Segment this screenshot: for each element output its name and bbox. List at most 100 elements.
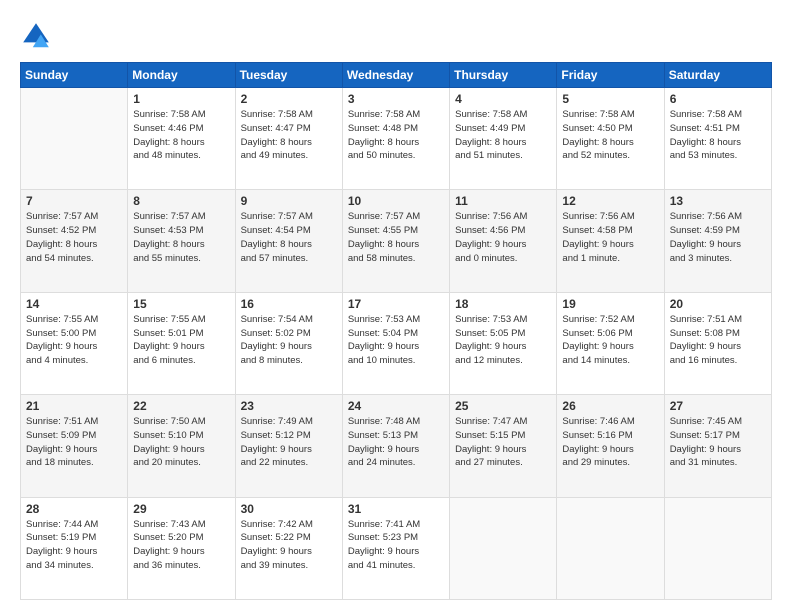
- day-info: Sunrise: 7:48 AMSunset: 5:13 PMDaylight:…: [348, 415, 444, 470]
- calendar-cell: 4 Sunrise: 7:58 AMSunset: 4:49 PMDaylight…: [450, 88, 557, 190]
- day-info: Sunrise: 7:42 AMSunset: 5:22 PMDaylight:…: [241, 518, 337, 573]
- day-number: 11: [455, 194, 551, 208]
- day-number: 1: [133, 92, 229, 106]
- day-info: Sunrise: 7:44 AMSunset: 5:19 PMDaylight:…: [26, 518, 122, 573]
- day-number: 12: [562, 194, 658, 208]
- weekday-header-tuesday: Tuesday: [235, 63, 342, 88]
- calendar-week-row: 14Sunrise: 7:55 AMSunset: 5:00 PMDayligh…: [21, 292, 772, 394]
- calendar-cell: 30 Sunrise: 7:42 AMSunset: 5:22 PMDayligh…: [235, 497, 342, 599]
- day-number: 7: [26, 194, 122, 208]
- calendar-cell: 22 Sunrise: 7:50 AMSunset: 5:10 PMDayligh…: [128, 395, 235, 497]
- day-info: Sunrise: 7:58 AMSunset: 4:50 PMDaylight:…: [562, 108, 658, 163]
- calendar-cell: 8 Sunrise: 7:57 AMSunset: 4:53 PMDaylight…: [128, 190, 235, 292]
- day-info: Sunrise: 7:46 AMSunset: 5:16 PMDaylight:…: [562, 415, 658, 470]
- day-number: 3: [348, 92, 444, 106]
- calendar-cell: [664, 497, 771, 599]
- weekday-header-saturday: Saturday: [664, 63, 771, 88]
- day-number: 22: [133, 399, 229, 413]
- day-number: 21: [26, 399, 122, 413]
- day-info: Sunrise: 7:53 AMSunset: 5:04 PMDaylight:…: [348, 313, 444, 368]
- day-number: 17: [348, 297, 444, 311]
- weekday-header-row: SundayMondayTuesdayWednesdayThursdayFrid…: [21, 63, 772, 88]
- calendar-cell: [450, 497, 557, 599]
- page: SundayMondayTuesdayWednesdayThursdayFrid…: [0, 0, 792, 612]
- calendar-week-row: 28Sunrise: 7:44 AMSunset: 5:19 PMDayligh…: [21, 497, 772, 599]
- day-info: Sunrise: 7:41 AMSunset: 5:23 PMDaylight:…: [348, 518, 444, 573]
- day-info: Sunrise: 7:58 AMSunset: 4:48 PMDaylight:…: [348, 108, 444, 163]
- day-number: 18: [455, 297, 551, 311]
- calendar-cell: 13Sunrise: 7:56 AMSunset: 4:59 PMDayligh…: [664, 190, 771, 292]
- header: [20, 16, 772, 52]
- calendar-cell: 10 Sunrise: 7:57 AMSunset: 4:55 PMDayligh…: [342, 190, 449, 292]
- calendar-cell: 1 Sunrise: 7:58 AMSunset: 4:46 PMDaylight…: [128, 88, 235, 190]
- calendar-cell: 23 Sunrise: 7:49 AMSunset: 5:12 PMDayligh…: [235, 395, 342, 497]
- day-info: Sunrise: 7:57 AMSunset: 4:53 PMDaylight:…: [133, 210, 229, 265]
- day-info: Sunrise: 7:56 AMSunset: 4:59 PMDaylight:…: [670, 210, 766, 265]
- calendar-week-row: 21 Sunrise: 7:51 AMSunset: 5:09 PMDayligh…: [21, 395, 772, 497]
- calendar-cell: 3 Sunrise: 7:58 AMSunset: 4:48 PMDaylight…: [342, 88, 449, 190]
- day-info: Sunrise: 7:53 AMSunset: 5:05 PMDaylight:…: [455, 313, 551, 368]
- day-number: 31: [348, 502, 444, 516]
- day-number: 4: [455, 92, 551, 106]
- calendar-cell: 6 Sunrise: 7:58 AMSunset: 4:51 PMDaylight…: [664, 88, 771, 190]
- day-number: 8: [133, 194, 229, 208]
- calendar-cell: [557, 497, 664, 599]
- day-number: 23: [241, 399, 337, 413]
- calendar-cell: 12 Sunrise: 7:56 AMSunset: 4:58 PMDayligh…: [557, 190, 664, 292]
- day-info: Sunrise: 7:51 AMSunset: 5:08 PMDaylight:…: [670, 313, 766, 368]
- day-number: 2: [241, 92, 337, 106]
- calendar-week-row: 7 Sunrise: 7:57 AMSunset: 4:52 PMDaylight…: [21, 190, 772, 292]
- day-info: Sunrise: 7:55 AMSunset: 5:01 PMDaylight:…: [133, 313, 229, 368]
- calendar-cell: 27Sunrise: 7:45 AMSunset: 5:17 PMDayligh…: [664, 395, 771, 497]
- day-number: 16: [241, 297, 337, 311]
- day-info: Sunrise: 7:58 AMSunset: 4:51 PMDaylight:…: [670, 108, 766, 163]
- calendar-cell: 14Sunrise: 7:55 AMSunset: 5:00 PMDayligh…: [21, 292, 128, 394]
- calendar-table: SundayMondayTuesdayWednesdayThursdayFrid…: [20, 62, 772, 600]
- day-info: Sunrise: 7:56 AMSunset: 4:58 PMDaylight:…: [562, 210, 658, 265]
- day-number: 15: [133, 297, 229, 311]
- day-number: 25: [455, 399, 551, 413]
- day-number: 9: [241, 194, 337, 208]
- day-info: Sunrise: 7:54 AMSunset: 5:02 PMDaylight:…: [241, 313, 337, 368]
- calendar-cell: 18 Sunrise: 7:53 AMSunset: 5:05 PMDayligh…: [450, 292, 557, 394]
- day-info: Sunrise: 7:52 AMSunset: 5:06 PMDaylight:…: [562, 313, 658, 368]
- calendar-cell: 9 Sunrise: 7:57 AMSunset: 4:54 PMDaylight…: [235, 190, 342, 292]
- day-info: Sunrise: 7:51 AMSunset: 5:09 PMDaylight:…: [26, 415, 122, 470]
- day-number: 10: [348, 194, 444, 208]
- calendar-cell: 17 Sunrise: 7:53 AMSunset: 5:04 PMDayligh…: [342, 292, 449, 394]
- day-number: 20: [670, 297, 766, 311]
- weekday-header-friday: Friday: [557, 63, 664, 88]
- calendar-cell: 5 Sunrise: 7:58 AMSunset: 4:50 PMDaylight…: [557, 88, 664, 190]
- day-number: 29: [133, 502, 229, 516]
- day-info: Sunrise: 7:55 AMSunset: 5:00 PMDaylight:…: [26, 313, 122, 368]
- day-info: Sunrise: 7:57 AMSunset: 4:52 PMDaylight:…: [26, 210, 122, 265]
- calendar-cell: 7 Sunrise: 7:57 AMSunset: 4:52 PMDaylight…: [21, 190, 128, 292]
- calendar-cell: 25Sunrise: 7:47 AMSunset: 5:15 PMDayligh…: [450, 395, 557, 497]
- day-info: Sunrise: 7:57 AMSunset: 4:55 PMDaylight:…: [348, 210, 444, 265]
- calendar-cell: 26 Sunrise: 7:46 AMSunset: 5:16 PMDayligh…: [557, 395, 664, 497]
- day-info: Sunrise: 7:58 AMSunset: 4:46 PMDaylight:…: [133, 108, 229, 163]
- weekday-header-thursday: Thursday: [450, 63, 557, 88]
- calendar-cell: 15 Sunrise: 7:55 AMSunset: 5:01 PMDayligh…: [128, 292, 235, 394]
- calendar-cell: 19Sunrise: 7:52 AMSunset: 5:06 PMDayligh…: [557, 292, 664, 394]
- day-info: Sunrise: 7:58 AMSunset: 4:49 PMDaylight:…: [455, 108, 551, 163]
- calendar-cell: 16 Sunrise: 7:54 AMSunset: 5:02 PMDayligh…: [235, 292, 342, 394]
- day-info: Sunrise: 7:45 AMSunset: 5:17 PMDaylight:…: [670, 415, 766, 470]
- day-number: 5: [562, 92, 658, 106]
- calendar-cell: 20 Sunrise: 7:51 AMSunset: 5:08 PMDayligh…: [664, 292, 771, 394]
- day-info: Sunrise: 7:58 AMSunset: 4:47 PMDaylight:…: [241, 108, 337, 163]
- day-number: 30: [241, 502, 337, 516]
- day-number: 24: [348, 399, 444, 413]
- calendar-cell: 21 Sunrise: 7:51 AMSunset: 5:09 PMDayligh…: [21, 395, 128, 497]
- day-info: Sunrise: 7:57 AMSunset: 4:54 PMDaylight:…: [241, 210, 337, 265]
- day-number: 26: [562, 399, 658, 413]
- day-info: Sunrise: 7:50 AMSunset: 5:10 PMDaylight:…: [133, 415, 229, 470]
- calendar-cell: 28Sunrise: 7:44 AMSunset: 5:19 PMDayligh…: [21, 497, 128, 599]
- logo: [20, 20, 56, 52]
- day-number: 6: [670, 92, 766, 106]
- logo-icon: [20, 20, 52, 52]
- day-info: Sunrise: 7:49 AMSunset: 5:12 PMDaylight:…: [241, 415, 337, 470]
- calendar-week-row: 1 Sunrise: 7:58 AMSunset: 4:46 PMDaylight…: [21, 88, 772, 190]
- calendar-cell: 31 Sunrise: 7:41 AMSunset: 5:23 PMDayligh…: [342, 497, 449, 599]
- calendar-cell: 11Sunrise: 7:56 AMSunset: 4:56 PMDayligh…: [450, 190, 557, 292]
